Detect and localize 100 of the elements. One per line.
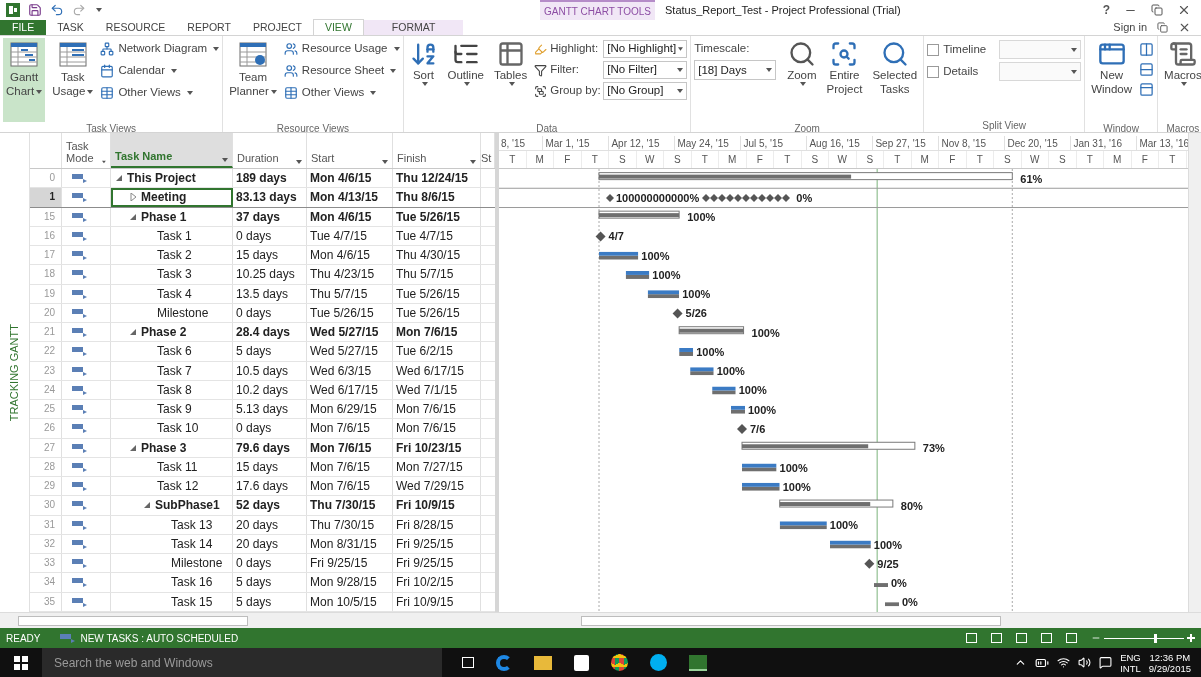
dropdown-field[interactable]: [No Group] (603, 82, 688, 100)
task-bar[interactable] (830, 540, 871, 549)
ribbon-button[interactable]: Zoom (784, 38, 820, 122)
ribbon-tab[interactable]: REPORT (176, 20, 242, 35)
ribbon-button[interactable]: Macros (1161, 38, 1201, 122)
expand-triangle-icon[interactable] (129, 193, 137, 202)
collapse-triangle-icon[interactable] (115, 174, 123, 183)
task-bar[interactable] (742, 482, 780, 491)
browser-icon[interactable] (496, 654, 512, 671)
ribbon-button[interactable]: Tables (490, 38, 531, 122)
column-header[interactable]: Duration (233, 133, 307, 168)
new-tasks-status[interactable]: NEW TASKS : AUTO SCHEDULED (80, 630, 239, 646)
dropdown-field[interactable]: [No Filter] (603, 61, 688, 79)
ribbon-menu-button[interactable]: Other Views (283, 84, 400, 102)
search-field[interactable]: Search the web and Windows (42, 648, 442, 677)
speaker-icon[interactable] (1078, 656, 1092, 669)
dropdown-field[interactable] (999, 62, 1082, 81)
checkbox[interactable] (927, 65, 940, 78)
ribbon-button[interactable]: Task Usage (49, 38, 97, 122)
ribbon-button[interactable]: New Window (1088, 38, 1136, 122)
dropdown-field[interactable]: [No Highlight] (603, 40, 688, 58)
task-bar[interactable] (647, 290, 680, 299)
windows-logo-icon[interactable] (14, 655, 28, 670)
language-label[interactable]: ENG (1120, 651, 1141, 663)
close-icon[interactable] (1177, 3, 1191, 17)
ribbon-menu-button[interactable]: Network Diagram (100, 40, 220, 58)
close-icon[interactable] (1178, 21, 1191, 34)
summary-bar[interactable] (742, 442, 915, 450)
task-bar[interactable] (690, 367, 714, 376)
ribbon-tab[interactable]: FILE (0, 20, 47, 35)
ribbon-button[interactable]: Entire Project (823, 38, 866, 122)
ribbon-button[interactable]: Team Planner (226, 38, 280, 122)
task-bar[interactable] (712, 386, 736, 395)
summary-bar[interactable] (599, 211, 680, 219)
task-bar[interactable] (779, 521, 827, 530)
collapse-triangle-icon[interactable] (129, 328, 137, 337)
recurring-diamonds-drawing[interactable] (606, 193, 790, 202)
dropdown-field[interactable]: [18] Days (694, 60, 777, 81)
ribbon-menu-button[interactable]: Resource Usage (283, 40, 400, 58)
restore-icon[interactable] (1157, 22, 1168, 33)
arrange-icon[interactable] (1139, 42, 1155, 57)
view-shortcut-icon[interactable] (966, 633, 977, 643)
summary-bar[interactable] (679, 326, 744, 334)
zoom-slider-thumb[interactable] (1154, 633, 1158, 643)
chat-app-icon[interactable] (650, 654, 667, 671)
help-button[interactable]: ? (1102, 1, 1110, 19)
folder-icon[interactable] (534, 655, 552, 670)
dropdown-field[interactable] (999, 40, 1082, 59)
view-shortcut-icon[interactable] (1066, 633, 1077, 643)
store-icon[interactable] (574, 654, 589, 671)
collapse-triangle-icon[interactable] (143, 501, 151, 510)
vertical-scrollbar[interactable] (1188, 133, 1201, 612)
ribbon-tab[interactable]: RESOURCE (94, 20, 177, 35)
ribbon-button[interactable]: Outline (444, 38, 487, 122)
task-bar[interactable] (742, 463, 777, 472)
ribbon-tab[interactable]: TASK (46, 20, 95, 35)
collapse-triangle-icon[interactable] (129, 443, 137, 452)
save-icon[interactable] (28, 3, 42, 17)
notification-icon[interactable] (1099, 656, 1113, 669)
column-header[interactable]: Finish (393, 133, 481, 168)
undo-icon[interactable] (50, 3, 64, 17)
view-shortcut-icon[interactable] (1041, 633, 1052, 643)
ribbon-tab[interactable]: VIEW (312, 19, 364, 35)
summary-bar[interactable] (599, 172, 1013, 180)
ribbon-menu-button[interactable]: Resource Sheet (283, 62, 400, 80)
project-app-icon[interactable] (689, 654, 707, 671)
view-shortcut-icon[interactable] (991, 633, 1002, 643)
task-bar[interactable] (679, 347, 694, 356)
task-bar[interactable] (731, 405, 745, 414)
ribbon-menu-button[interactable]: Other Views (100, 84, 220, 102)
ribbon-button[interactable]: Gantt Chart (3, 38, 46, 122)
milestone-diamond-icon[interactable] (864, 558, 875, 569)
scrollbar-thumb[interactable] (18, 615, 248, 626)
milestone-diamond-icon[interactable] (595, 231, 606, 242)
switch-window-icon[interactable] (1139, 82, 1155, 97)
ribbon-button[interactable]: Selected Tasks (869, 38, 921, 122)
wifi-icon[interactable] (1057, 656, 1071, 669)
split-icon[interactable] (1139, 62, 1155, 77)
ribbon-tab[interactable]: FORMAT (363, 20, 464, 35)
task-bar[interactable] (599, 251, 639, 260)
zoom-in-icon[interactable] (1187, 634, 1195, 642)
task-bar[interactable] (625, 270, 650, 279)
task-view-icon[interactable] (462, 657, 474, 668)
collapse-triangle-icon[interactable] (129, 212, 137, 221)
ribbon-tab[interactable]: PROJECT (241, 20, 313, 35)
sign-in-link[interactable]: Sign in (1113, 19, 1147, 36)
row-number[interactable]: 1 (30, 188, 62, 207)
layout-label[interactable]: INTL (1120, 662, 1141, 674)
column-header[interactable]: Task Name (111, 133, 233, 168)
ribbon-menu-button[interactable]: Calendar (100, 62, 220, 80)
summary-bar[interactable] (779, 500, 893, 508)
clock-time[interactable]: 12:36 PM (1149, 651, 1191, 663)
clock-date[interactable]: 9/29/2015 (1148, 662, 1191, 674)
task-bar[interactable] (885, 602, 899, 607)
ribbon-button[interactable]: Sort (406, 38, 441, 122)
checkbox[interactable] (927, 43, 940, 56)
milestone-diamond-icon[interactable] (672, 308, 683, 319)
column-header[interactable]: Start (307, 133, 393, 168)
task-bar[interactable] (874, 583, 888, 588)
restore-icon[interactable] (1151, 4, 1163, 16)
